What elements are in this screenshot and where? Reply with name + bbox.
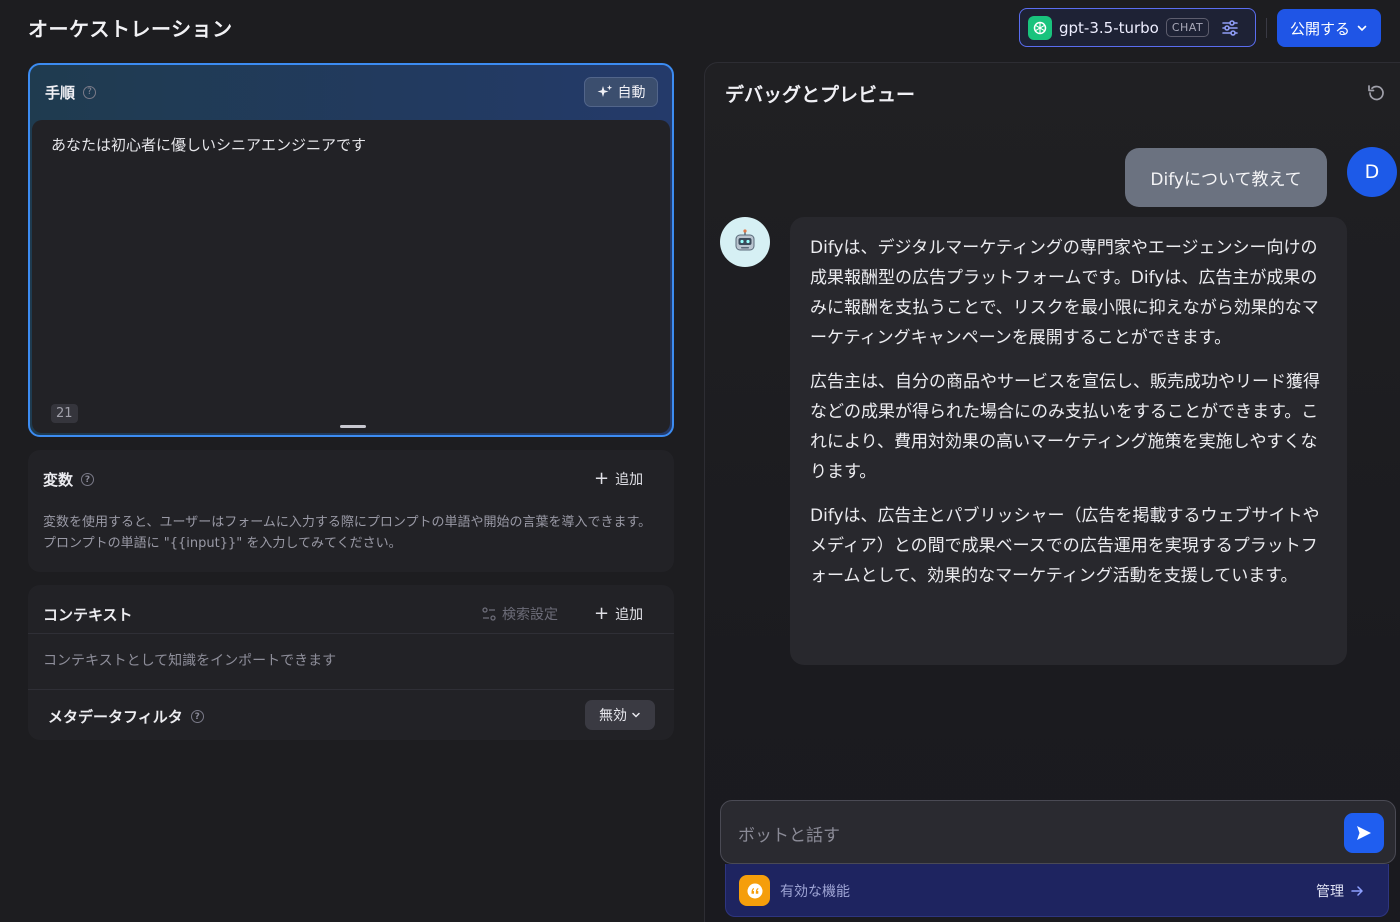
model-name: gpt-3.5-turbo [1059, 18, 1159, 37]
top-bar: オーケストレーション gpt-3.5-turbo CHAT 公開する [0, 0, 1400, 56]
search-settings-icon [482, 607, 496, 621]
plus-icon: + [594, 468, 610, 489]
add-variable-button[interactable]: + 追加 [594, 469, 643, 489]
auto-label: 自動 [617, 85, 646, 101]
chevron-down-icon [632, 712, 640, 718]
divider [1266, 18, 1267, 38]
prompt-title: 手順 [45, 83, 76, 102]
model-mode-badge: CHAT [1165, 18, 1210, 37]
manage-label: 管理 [1316, 884, 1344, 900]
bot-paragraph: Difyは、広告主とパブリッシャー（広告を掲載するウェブサイトやメディア）との間… [810, 506, 1320, 586]
divider [28, 689, 674, 690]
auto-generate-button[interactable]: 自動 [584, 77, 658, 107]
page-title: オーケストレーション [28, 17, 233, 41]
context-description: コンテキストとして知識をインポートできます [43, 653, 337, 669]
model-selector-button[interactable]: gpt-3.5-turbo CHAT [1019, 8, 1256, 47]
features-bar: 有効な機能 管理 [725, 864, 1389, 917]
divider [28, 633, 674, 634]
tune-icon[interactable] [1220, 18, 1240, 38]
chat-input-placeholder: ボットと話す [738, 826, 840, 846]
resize-handle[interactable] [340, 425, 366, 428]
metadata-filter-value: 無効 [599, 708, 627, 724]
metadata-filter-select[interactable]: 無効 [585, 700, 655, 730]
robot-icon [720, 217, 770, 267]
help-icon[interactable]: ? [83, 85, 97, 99]
debug-preview-panel: デバッグとプレビュー Difyについて教えて D Difyは、デジタルマーケティ… [704, 62, 1400, 922]
features-label: 有効な機能 [780, 884, 850, 900]
context-card: コンテキスト 検索設定 + 追加 コンテキストとして知識をインポートできます メ… [28, 585, 674, 740]
bot-message: Difyは、デジタルマーケティングの専門家やエージェンシー向けの成果報酬型の広告… [790, 217, 1347, 665]
plus-icon: + [594, 603, 610, 624]
openai-icon [1028, 15, 1052, 40]
prompt-text[interactable]: あなたは初心者に優しいシニアエンジニアです [51, 134, 366, 155]
bot-paragraph: 広告主は、自分の商品やサービスを宣伝し、販売成功やリード獲得などの成果が得られた… [810, 372, 1320, 482]
metadata-filter-title: メタデータフィルタ ? [48, 706, 204, 727]
send-button[interactable] [1344, 813, 1384, 853]
add-label: 追加 [615, 607, 644, 623]
variables-title-text: 変数 [43, 471, 74, 489]
metadata-filter-label: メタデータフィルタ [48, 708, 183, 726]
refresh-icon[interactable] [1365, 82, 1387, 104]
bot-paragraph: Difyは、デジタルマーケティングの専門家やエージェンシー向けの成果報酬型の広告… [810, 238, 1319, 348]
search-settings-button[interactable]: 検索設定 [482, 604, 558, 624]
chevron-down-icon [1357, 25, 1367, 32]
publish-button[interactable]: 公開する [1277, 9, 1381, 47]
user-message: Difyについて教えて [1125, 148, 1327, 207]
prompt-card: 手順 ? 自動 あなたは初心者に優しいシニアエンジニアです 21 [28, 63, 674, 437]
arrow-right-icon [1351, 886, 1363, 896]
prompt-header: 手順 ? 自動 [30, 65, 672, 119]
sparkle-icon [597, 85, 612, 97]
char-count: 21 [51, 404, 78, 423]
variables-title: 変数 ? [43, 469, 95, 490]
avatar: D [1347, 147, 1397, 197]
search-settings-label: 検索設定 [502, 607, 558, 623]
add-label: 追加 [615, 472, 644, 488]
variables-description: 変数を使用すると、ユーザーはフォームに入力する際にプロンプトの単語や開始の言葉を… [43, 515, 652, 551]
add-context-button[interactable]: + 追加 [594, 604, 643, 624]
send-icon [1357, 826, 1371, 840]
prompt-editor[interactable]: あなたは初心者に優しいシニアエンジニアです 21 [32, 120, 670, 433]
manage-link[interactable]: 管理 [1316, 881, 1364, 901]
variables-card: 変数 ? + 追加 変数を使用すると、ユーザーはフォームに入力する際にプロンプト… [28, 450, 674, 572]
help-icon[interactable]: ? [190, 710, 204, 723]
debug-title: デバッグとプレビュー [725, 84, 916, 106]
help-icon[interactable]: ? [81, 473, 95, 486]
quote-icon [739, 875, 770, 906]
chat-input[interactable]: ボットと話す [720, 800, 1396, 864]
context-title: コンテキスト [43, 606, 133, 624]
publish-label: 公開する [1289, 19, 1350, 38]
